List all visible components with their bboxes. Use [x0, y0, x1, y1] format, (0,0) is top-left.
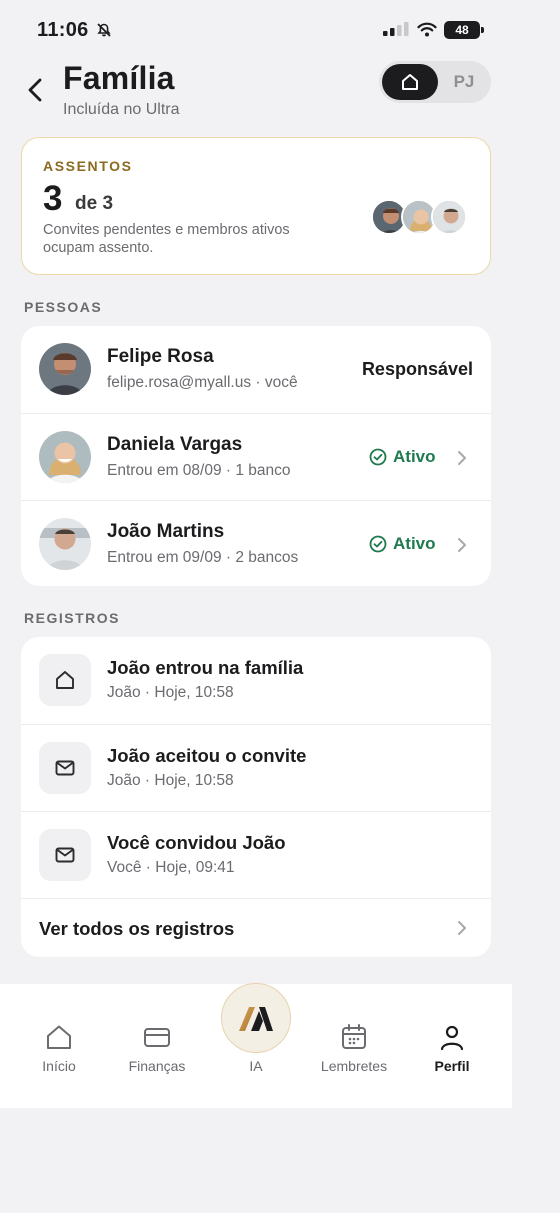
member-detail: Entrou em 09/09 · 2 bancos [107, 549, 299, 566]
battery-level: 48 [444, 21, 480, 39]
house-icon [47, 1025, 71, 1049]
tab-bar: Início Finanças IA Lembretes Perfil [0, 983, 512, 1108]
seats-card: ASSENTOS 3 de 3 Convites pendentes e mem… [21, 137, 491, 275]
check-circle-icon [369, 535, 387, 553]
tab-label: Finanças [128, 1058, 186, 1074]
ia-logo-icon [239, 1007, 273, 1031]
people-list: Felipe Rosa felipe.rosa@myall.us · você … [21, 326, 491, 586]
records-list: João entrou na família João · Hoje, 10:5… [21, 637, 491, 957]
record-detail: Você · Hoje, 09:41 [107, 859, 235, 876]
seats-used: 3 [43, 179, 63, 218]
record-detail: João · Hoje, 10:58 [107, 684, 234, 701]
status-label: Ativo [393, 447, 436, 466]
list-item[interactable]: Daniela Vargas Entrou em 08/09 · 1 banco… [21, 413, 491, 500]
member-avatars [371, 199, 471, 237]
member-name: Felipe Rosa [107, 346, 214, 367]
list-item: João aceitou o convite João · Hoje, 10:5… [21, 724, 491, 811]
page-subtitle: Incluída no Ultra [63, 101, 180, 118]
member-name: Daniela Vargas [107, 434, 243, 455]
tab-label: Perfil [434, 1058, 470, 1074]
segment-home[interactable] [382, 64, 438, 100]
segment-pj[interactable]: PJ [441, 64, 487, 100]
member-role: Responsável [361, 359, 473, 379]
signal-icon [383, 22, 409, 36]
seats-label: ASSENTOS [43, 158, 133, 174]
people-section-label: PESSOAS [24, 299, 103, 315]
record-title: Você convidou João [107, 832, 286, 853]
status-badge: Ativo [369, 447, 436, 467]
tab-inicio[interactable]: Início [14, 1022, 104, 1074]
list-item[interactable]: João Martins Entrou em 09/09 · 2 bancos … [21, 500, 491, 586]
avatar [39, 431, 91, 483]
record-title: João aceitou o convite [107, 745, 307, 766]
tab-ia[interactable] [221, 983, 291, 1053]
person-icon [440, 1025, 464, 1051]
seats-description: Convites pendentes e membros ativos ocup… [43, 222, 290, 256]
member-detail: felipe.rosa@myall.us · você [107, 374, 298, 391]
app-screen: 11:06 48 Família Incluída no Ultra PJ AS… [0, 0, 512, 1213]
record-detail: João · Hoje, 10:58 [107, 772, 234, 789]
tab-label: Início [42, 1058, 76, 1074]
account-type-segmented-control: PJ [379, 61, 491, 103]
list-item: João entrou na família João · Hoje, 10:5… [21, 637, 491, 724]
member-detail: Entrou em 08/09 · 1 banco [107, 462, 291, 479]
tab-label: Lembretes [320, 1058, 388, 1074]
chevron-right-icon [458, 538, 466, 552]
check-circle-icon [369, 448, 387, 466]
see-all-label: Ver todos os registros [39, 918, 235, 939]
status-badge: Ativo [369, 534, 436, 554]
list-item: Felipe Rosa felipe.rosa@myall.us · você … [21, 326, 491, 413]
battery-indicator: 48 [444, 21, 484, 39]
calendar-icon [342, 1024, 366, 1049]
see-all-records-button[interactable]: Ver todos os registros [21, 898, 491, 957]
avatar [431, 199, 467, 235]
back-chevron-icon[interactable] [24, 76, 48, 104]
envelope-icon [55, 760, 75, 776]
page-title: Família [63, 60, 175, 96]
chevron-right-icon [458, 451, 466, 465]
status-time: 11:06 [37, 19, 89, 41]
records-section-label: REGISTROS [24, 610, 120, 626]
tab-lembretes[interactable]: Lembretes [309, 1022, 399, 1074]
chevron-right-icon [458, 921, 466, 935]
bell-slash-icon [97, 23, 111, 37]
house-icon [56, 671, 74, 689]
seats-total: de 3 [75, 193, 114, 214]
house-icon [402, 74, 418, 90]
tab-label: IA [249, 1058, 263, 1074]
credit-card-icon [144, 1028, 170, 1047]
list-item: Você convidou João Você · Hoje, 09:41 [21, 811, 491, 898]
avatar [39, 518, 91, 570]
member-name: João Martins [107, 521, 225, 542]
envelope-icon [55, 847, 75, 863]
avatar [39, 343, 91, 395]
record-title: João entrou na família [107, 657, 304, 678]
tab-perfil[interactable]: Perfil [407, 1022, 497, 1074]
status-label: Ativo [393, 534, 436, 553]
tab-financas[interactable]: Finanças [112, 1022, 202, 1074]
status-bar: 11:06 48 [0, 0, 512, 60]
wifi-icon [417, 22, 437, 37]
